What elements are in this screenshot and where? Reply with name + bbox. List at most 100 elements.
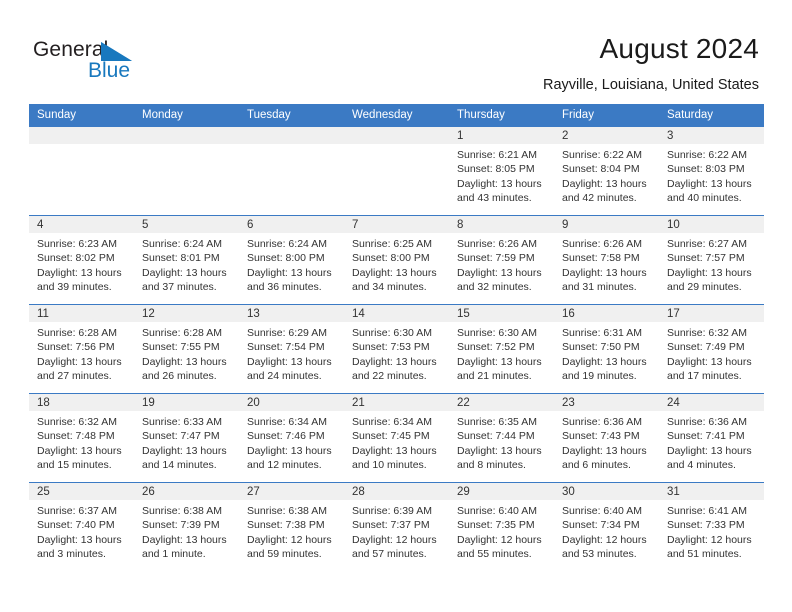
day-details: Sunrise: 6:34 AM Sunset: 7:45 PM Daylight:…	[344, 411, 449, 473]
calendar-header-row: Sunday Monday Tuesday Wednesday Thursday…	[29, 104, 764, 127]
calendar-day-cell[interactable]: 23 Sunrise: 6:36 AM Sunset: 7:43 PM Dayligh…	[554, 393, 659, 483]
calendar-day-cell[interactable]: 29 Sunrise: 6:40 AM Sunset: 7:35 PM Dayligh…	[449, 482, 554, 572]
day-details: Sunrise: 6:33 AM Sunset: 7:47 PM Daylight:…	[134, 411, 239, 473]
day-number: 8	[449, 216, 554, 233]
daylight-text: Daylight: 13 hours	[142, 355, 227, 368]
day-number: 30	[554, 483, 659, 500]
weekday-header-sunday: Sunday	[29, 104, 134, 127]
daylight-text: Daylight: 13 hours	[457, 177, 542, 190]
calendar-day-cell[interactable]: 13 Sunrise: 6:29 AM Sunset: 7:54 PM Dayligh…	[239, 304, 344, 394]
day-number	[134, 127, 239, 144]
day-number: 23	[554, 394, 659, 411]
daylight-text: Daylight: 13 hours	[667, 355, 752, 368]
day-details	[239, 144, 344, 148]
calendar-day-cell[interactable]: 1 Sunrise: 6:21 AM Sunset: 8:05 PM Daylight…	[449, 126, 554, 216]
daylight-text: Daylight: 13 hours	[37, 444, 122, 457]
day-details: Sunrise: 6:23 AM Sunset: 8:02 PM Daylight:…	[29, 233, 134, 295]
day-number: 1	[449, 127, 554, 144]
weekday-header-tuesday: Tuesday	[239, 104, 344, 127]
sunset-text: Sunset: 8:00 PM	[247, 252, 325, 265]
sunset-text: Sunset: 7:45 PM	[352, 430, 430, 443]
daylight-text: Daylight: 13 hours	[37, 355, 122, 368]
sunrise-text: Sunrise: 6:32 AM	[37, 416, 117, 428]
calendar-day-cell[interactable]: 26 Sunrise: 6:38 AM Sunset: 7:39 PM Dayligh…	[134, 482, 239, 572]
sunset-text: Sunset: 8:00 PM	[352, 252, 430, 265]
sunrise-text: Sunrise: 6:36 AM	[667, 416, 747, 428]
calendar-day-cell[interactable]: 5 Sunrise: 6:24 AM Sunset: 8:01 PM Daylight…	[134, 215, 239, 305]
day-details: Sunrise: 6:24 AM Sunset: 8:01 PM Daylight:…	[134, 233, 239, 295]
sunrise-text: Sunrise: 6:28 AM	[37, 327, 117, 339]
calendar-day-cell[interactable]: 24 Sunrise: 6:36 AM Sunset: 7:41 PM Dayligh…	[659, 393, 764, 483]
calendar-day-cell[interactable]: 2 Sunrise: 6:22 AM Sunset: 8:04 PM Daylight…	[554, 126, 659, 216]
calendar-day-cell[interactable]: 12 Sunrise: 6:28 AM Sunset: 7:55 PM Dayligh…	[134, 304, 239, 394]
calendar-day-cell[interactable]: 20 Sunrise: 6:34 AM Sunset: 7:46 PM Dayligh…	[239, 393, 344, 483]
daylight-text: Daylight: 13 hours	[142, 266, 227, 279]
calendar-day-cell[interactable]: 25 Sunrise: 6:37 AM Sunset: 7:40 PM Dayligh…	[29, 482, 134, 572]
day-details: Sunrise: 6:38 AM Sunset: 7:38 PM Daylight:…	[239, 500, 344, 562]
daylight-text: Daylight: 13 hours	[457, 266, 542, 279]
sunset-text: Sunset: 8:03 PM	[667, 163, 745, 176]
calendar-day-cell[interactable]: 4 Sunrise: 6:23 AM Sunset: 8:02 PM Daylight…	[29, 215, 134, 305]
sunrise-text: Sunrise: 6:40 AM	[562, 505, 642, 517]
calendar-day-cell[interactable]: 6 Sunrise: 6:24 AM Sunset: 8:00 PM Daylight…	[239, 215, 344, 305]
calendar-day-cell[interactable]: 16 Sunrise: 6:31 AM Sunset: 7:50 PM Dayligh…	[554, 304, 659, 394]
day-details: Sunrise: 6:41 AM Sunset: 7:33 PM Daylight:…	[659, 500, 764, 562]
calendar-day-cell[interactable]: 7 Sunrise: 6:25 AM Sunset: 8:00 PM Daylight…	[344, 215, 449, 305]
daylight-text: Daylight: 12 hours	[352, 533, 437, 546]
sunset-text: Sunset: 8:01 PM	[142, 252, 220, 265]
sunset-text: Sunset: 7:56 PM	[37, 341, 115, 354]
calendar-day-cell[interactable]: 3 Sunrise: 6:22 AM Sunset: 8:03 PM Daylight…	[659, 126, 764, 216]
calendar-day-cell[interactable]: 15 Sunrise: 6:30 AM Sunset: 7:52 PM Dayligh…	[449, 304, 554, 394]
daylight-text: Daylight: 13 hours	[352, 266, 437, 279]
calendar-day-cell[interactable]: 21 Sunrise: 6:34 AM Sunset: 7:45 PM Dayligh…	[344, 393, 449, 483]
day-details: Sunrise: 6:24 AM Sunset: 8:00 PM Daylight:…	[239, 233, 344, 295]
general-blue-logo[interactable]: General Blue	[33, 38, 213, 86]
sunset-text: Sunset: 7:54 PM	[247, 341, 325, 354]
day-details: Sunrise: 6:36 AM Sunset: 7:43 PM Daylight:…	[554, 411, 659, 473]
sunrise-text: Sunrise: 6:26 AM	[457, 238, 537, 250]
calendar-day-cell[interactable]: 17 Sunrise: 6:32 AM Sunset: 7:49 PM Dayligh…	[659, 304, 764, 394]
calendar-week-row: 11 Sunrise: 6:28 AM Sunset: 7:56 PM Dayligh…	[29, 304, 764, 394]
sunrise-text: Sunrise: 6:21 AM	[457, 149, 537, 161]
weekday-header-monday: Monday	[134, 104, 239, 127]
sunset-text: Sunset: 7:47 PM	[142, 430, 220, 443]
sunrise-text: Sunrise: 6:34 AM	[247, 416, 327, 428]
calendar-day-cell[interactable]: 31 Sunrise: 6:41 AM Sunset: 7:33 PM Dayligh…	[659, 482, 764, 572]
sunset-text: Sunset: 7:57 PM	[667, 252, 745, 265]
day-details: Sunrise: 6:28 AM Sunset: 7:56 PM Daylight:…	[29, 322, 134, 384]
calendar-day-cell[interactable]: 11 Sunrise: 6:28 AM Sunset: 7:56 PM Dayligh…	[29, 304, 134, 394]
day-number: 10	[659, 216, 764, 233]
calendar-day-cell-empty	[239, 126, 344, 216]
calendar-day-cell[interactable]: 30 Sunrise: 6:40 AM Sunset: 7:34 PM Dayligh…	[554, 482, 659, 572]
sunrise-text: Sunrise: 6:30 AM	[457, 327, 537, 339]
day-number: 16	[554, 305, 659, 322]
sunrise-text: Sunrise: 6:22 AM	[667, 149, 747, 161]
calendar-day-cell[interactable]: 19 Sunrise: 6:33 AM Sunset: 7:47 PM Dayligh…	[134, 393, 239, 483]
calendar-day-cell[interactable]: 8 Sunrise: 6:26 AM Sunset: 7:59 PM Daylight…	[449, 215, 554, 305]
day-number: 21	[344, 394, 449, 411]
day-details: Sunrise: 6:22 AM Sunset: 8:03 PM Daylight:…	[659, 144, 764, 206]
daylight-text: and 42 minutes.	[562, 192, 637, 205]
daylight-text: and 6 minutes.	[562, 459, 631, 472]
sunrise-text: Sunrise: 6:23 AM	[37, 238, 117, 250]
daylight-text: and 15 minutes.	[37, 459, 112, 472]
daylight-text: and 39 minutes.	[37, 281, 112, 294]
day-number: 24	[659, 394, 764, 411]
calendar-day-cell[interactable]: 22 Sunrise: 6:35 AM Sunset: 7:44 PM Dayligh…	[449, 393, 554, 483]
calendar-day-cell[interactable]: 14 Sunrise: 6:30 AM Sunset: 7:53 PM Dayligh…	[344, 304, 449, 394]
calendar-day-cell[interactable]: 18 Sunrise: 6:32 AM Sunset: 7:48 PM Dayligh…	[29, 393, 134, 483]
calendar-day-cell[interactable]: 28 Sunrise: 6:39 AM Sunset: 7:37 PM Dayligh…	[344, 482, 449, 572]
day-number: 15	[449, 305, 554, 322]
calendar-day-cell[interactable]: 27 Sunrise: 6:38 AM Sunset: 7:38 PM Dayligh…	[239, 482, 344, 572]
daylight-text: and 55 minutes.	[457, 548, 532, 561]
day-number: 28	[344, 483, 449, 500]
daylight-text: Daylight: 13 hours	[37, 533, 122, 546]
day-details: Sunrise: 6:32 AM Sunset: 7:49 PM Daylight:…	[659, 322, 764, 384]
calendar-day-cell[interactable]: 9 Sunrise: 6:26 AM Sunset: 7:58 PM Daylight…	[554, 215, 659, 305]
day-details: Sunrise: 6:39 AM Sunset: 7:37 PM Daylight:…	[344, 500, 449, 562]
logo-text-blue: Blue	[88, 59, 131, 82]
sunset-text: Sunset: 7:33 PM	[667, 519, 745, 532]
day-number: 6	[239, 216, 344, 233]
daylight-text: and 17 minutes.	[667, 370, 742, 383]
calendar-day-cell[interactable]: 10 Sunrise: 6:27 AM Sunset: 7:57 PM Dayligh…	[659, 215, 764, 305]
